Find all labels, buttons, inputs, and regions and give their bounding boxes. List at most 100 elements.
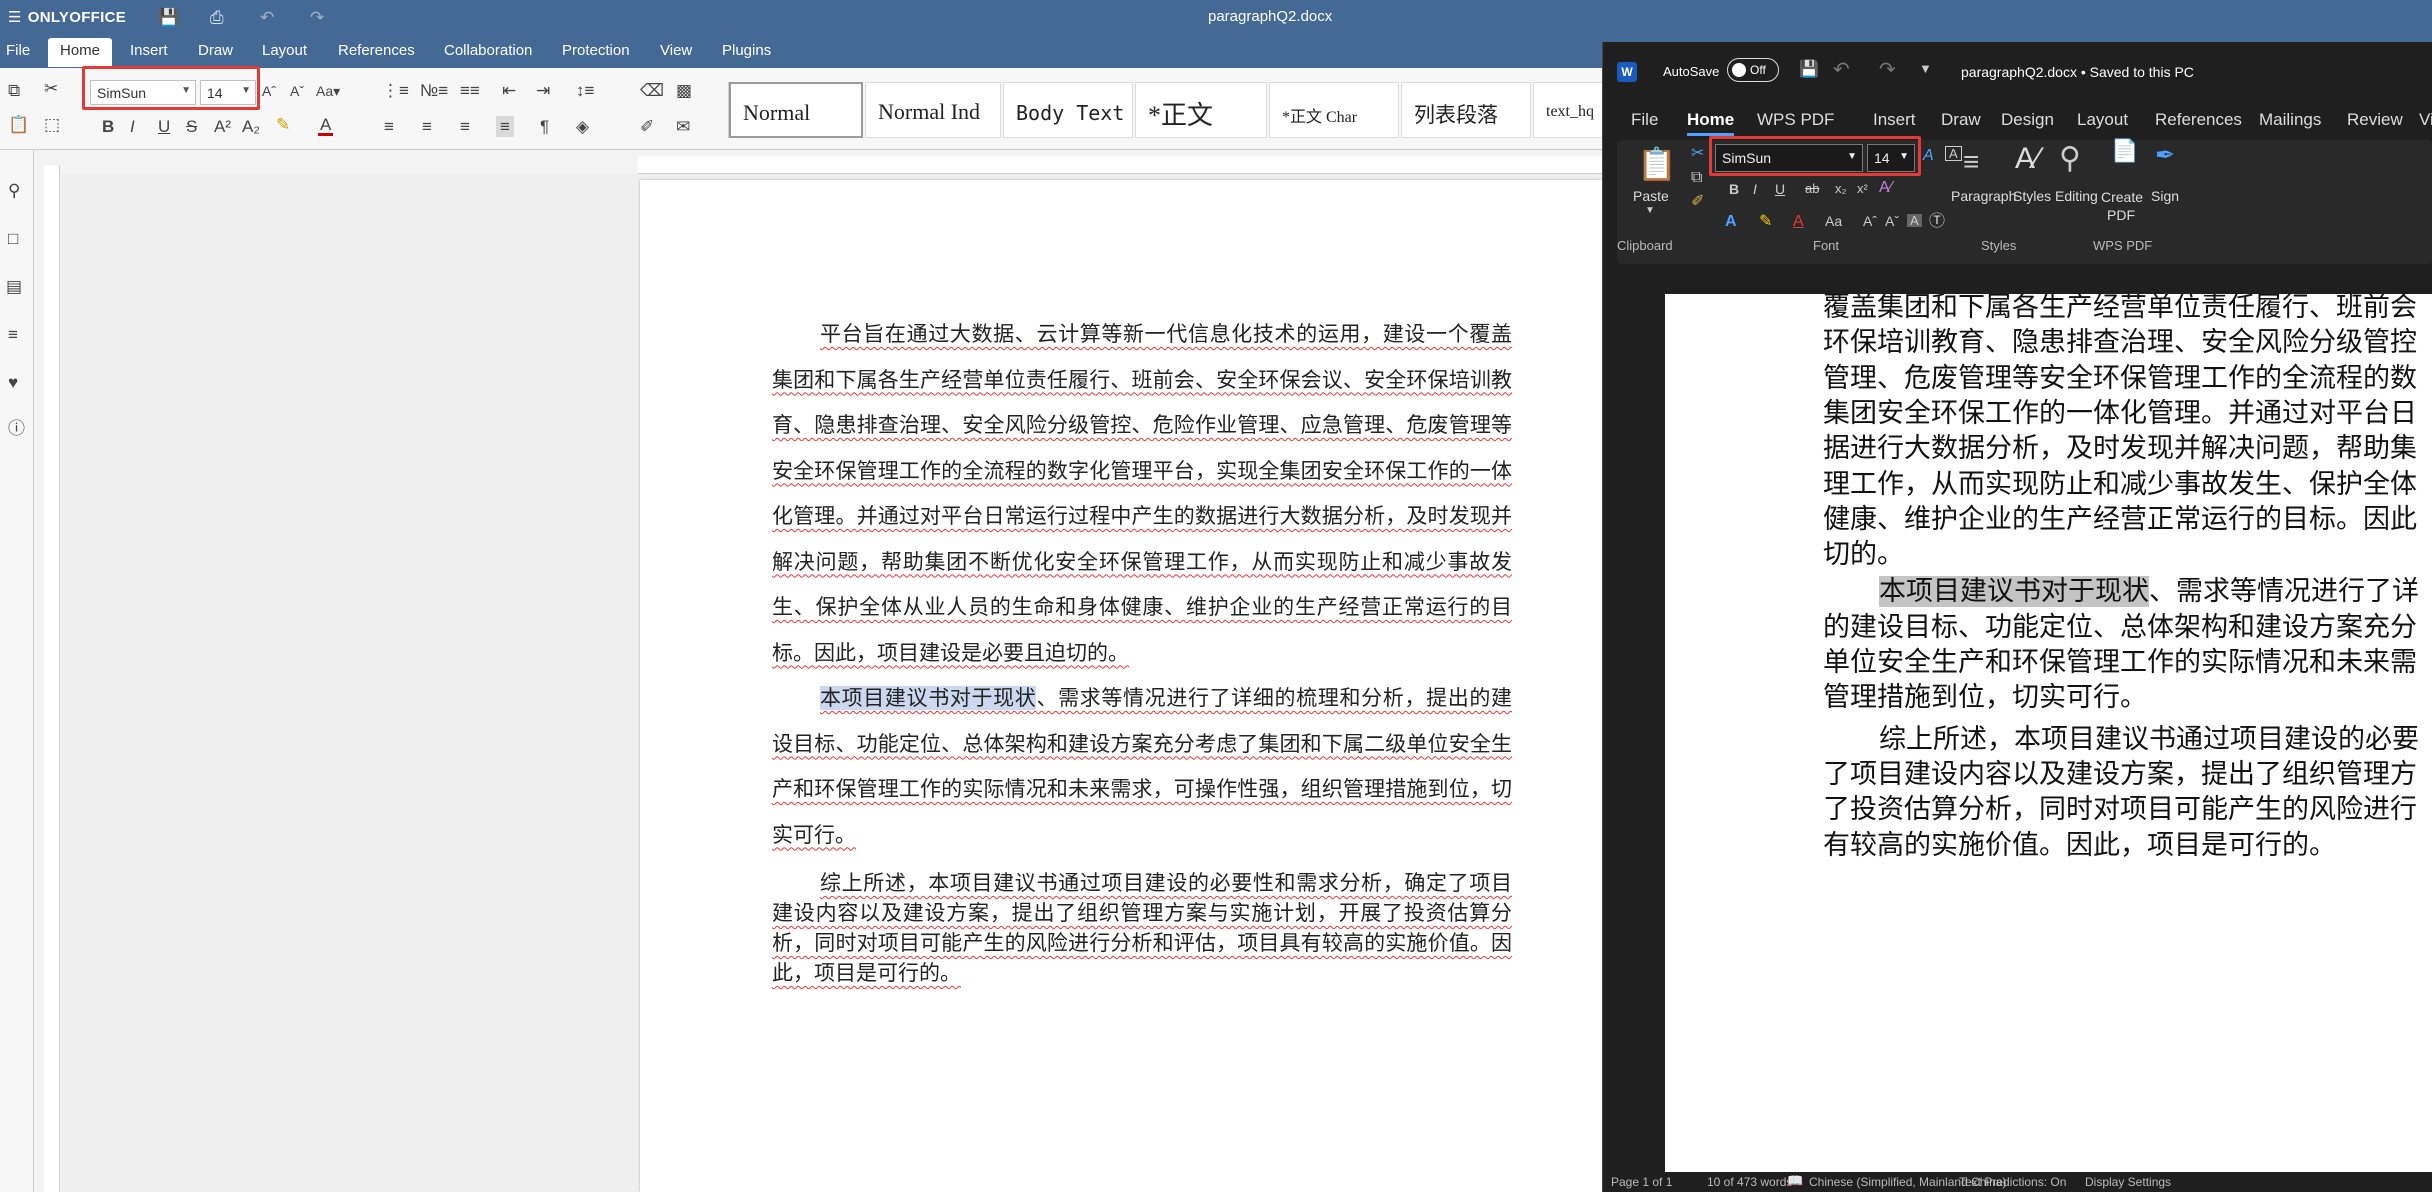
tab-view[interactable]: View bbox=[2419, 110, 2432, 130]
enclose-characters-icon[interactable]: Ⓣ bbox=[1929, 214, 1945, 230]
tab-insert[interactable]: Insert bbox=[1873, 110, 1916, 130]
tab-mailings[interactable]: Mailings bbox=[2259, 110, 2321, 130]
tab-review[interactable]: Review bbox=[2347, 110, 2403, 130]
document-body[interactable]: 平台旨在通过大数据、云计算等新一代信息化技术的运用，建设一个覆盖集团和下属各生产… bbox=[772, 312, 1512, 988]
save-icon[interactable]: 💾 bbox=[158, 9, 179, 26]
paragraph-icon[interactable]: ≡ bbox=[1963, 148, 1979, 176]
shading-icon[interactable]: ◈ bbox=[576, 118, 589, 135]
menu-references[interactable]: References bbox=[338, 42, 415, 59]
align-left-icon[interactable]: ≡ bbox=[384, 118, 394, 135]
copy-style-icon[interactable]: ▩ bbox=[676, 82, 692, 99]
menu-plugins[interactable]: Plugins bbox=[722, 42, 771, 59]
align-right-icon[interactable]: ≡ bbox=[460, 118, 470, 135]
nonprinting-chars-icon[interactable]: ¶ bbox=[540, 118, 549, 135]
save-icon[interactable]: 💾 bbox=[1799, 62, 1819, 78]
menu-protection[interactable]: Protection bbox=[562, 42, 630, 59]
highlight-color-icon[interactable]: ✎ bbox=[276, 116, 290, 133]
paragraph-2[interactable]: 本项目建议书对于现状、需求等情况进行了详细的梳理和分析，提出的建设目标、功能定位… bbox=[772, 676, 1512, 858]
increase-indent-icon[interactable]: ⇥ bbox=[536, 82, 550, 99]
editing-search-icon[interactable]: ⚲ bbox=[2059, 144, 2081, 174]
menu-insert[interactable]: Insert bbox=[130, 42, 168, 59]
text-effects-icon[interactable]: A bbox=[1725, 214, 1737, 230]
tab-home[interactable]: Home bbox=[1687, 110, 1735, 136]
italic-icon[interactable]: I bbox=[130, 118, 135, 135]
style-text-hq[interactable]: text_hq bbox=[1533, 82, 1603, 138]
grow-font-2-icon[interactable]: Aˆ bbox=[1863, 214, 1877, 228]
decrease-indent-icon[interactable]: ⇤ bbox=[502, 82, 516, 99]
grow-font-icon[interactable]: A bbox=[1923, 148, 1934, 164]
redo-icon[interactable]: ↷ bbox=[1879, 60, 1896, 80]
decrease-font-icon[interactable]: Aˇ bbox=[290, 84, 304, 98]
superscript-icon[interactable]: x² bbox=[1857, 182, 1868, 195]
menu-view[interactable]: View bbox=[660, 42, 692, 59]
search-icon[interactable]: ⚲ bbox=[8, 182, 20, 199]
mail-merge-icon[interactable]: ✉ bbox=[676, 118, 690, 135]
tab-design[interactable]: Design bbox=[2001, 110, 2054, 130]
undo-icon[interactable]: ↶ bbox=[260, 9, 274, 26]
paste-icon[interactable]: 📋 bbox=[8, 116, 29, 133]
chat-icon[interactable]: ▤ bbox=[6, 278, 22, 295]
tab-layout[interactable]: Layout bbox=[2077, 110, 2128, 130]
underline-icon[interactable]: U bbox=[158, 118, 170, 135]
customize-toolbar-icon[interactable]: ▼ bbox=[1919, 62, 1932, 75]
paste-label[interactable]: Paste bbox=[1633, 188, 1669, 204]
paste-icon[interactable]: 📋 bbox=[1637, 148, 1677, 180]
sign-label[interactable]: Sign bbox=[2151, 188, 2179, 204]
status-display-settings[interactable]: Display Settings bbox=[2085, 1175, 2171, 1189]
menu-draw[interactable]: Draw bbox=[198, 42, 233, 59]
bold-icon[interactable]: B bbox=[102, 118, 114, 135]
status-predictions[interactable]: Text Predictions: On bbox=[1959, 1175, 2066, 1189]
subscript-icon[interactable]: x₂ bbox=[1835, 182, 1847, 195]
cut-icon[interactable]: ✂ bbox=[1691, 146, 1704, 162]
create-pdf-icon[interactable]: 📄 bbox=[2111, 140, 2138, 162]
status-words[interactable]: 10 of 473 words bbox=[1707, 1175, 1792, 1189]
menu-file[interactable]: File bbox=[6, 42, 30, 59]
tab-references[interactable]: References bbox=[2155, 110, 2242, 130]
font-color-icon[interactable]: A bbox=[318, 116, 334, 136]
autosave-toggle[interactable]: Off bbox=[1727, 58, 1779, 82]
italic-icon[interactable]: I bbox=[1753, 182, 1757, 196]
style-normal-indent[interactable]: Normal Ind bbox=[865, 82, 1001, 138]
word-document-page[interactable]: 覆盖集团和下属各生产经营单位责任履行、班前会 环保培训教育、隐患排查治理、安全风险… bbox=[1665, 294, 2432, 1182]
select-all-icon[interactable]: ⬚ bbox=[44, 116, 60, 133]
change-case-icon[interactable]: Aa bbox=[1825, 214, 1842, 228]
navigation-icon[interactable]: ≡ bbox=[8, 326, 18, 343]
proofing-icon[interactable]: 📖 bbox=[1787, 1174, 1803, 1187]
sign-icon[interactable]: ✒ bbox=[2155, 144, 2175, 168]
paragraph-1[interactable]: 平台旨在通过大数据、云计算等新一代信息化技术的运用，建设一个覆盖集团和下属各生产… bbox=[772, 312, 1512, 676]
tab-wps-pdf[interactable]: WPS PDF bbox=[1757, 110, 1834, 130]
feedback-icon[interactable]: ♥ bbox=[8, 374, 18, 391]
strikethrough-icon[interactable]: ab bbox=[1805, 182, 1819, 195]
create-pdf-label[interactable]: Create PDF bbox=[2101, 188, 2143, 224]
menu-layout[interactable]: Layout bbox=[262, 42, 307, 59]
character-border-icon[interactable]: A bbox=[1945, 146, 1962, 161]
menu-collaboration[interactable]: Collaboration bbox=[444, 42, 532, 59]
copy-icon[interactable]: ⧉ bbox=[1691, 170, 1702, 186]
word-text-line[interactable]: 有较高的实施价值。因此，项目是可行的。 bbox=[1823, 818, 2336, 873]
paragraph-label[interactable]: Paragraph bbox=[1951, 188, 2016, 204]
about-icon[interactable]: ⓘ bbox=[8, 420, 25, 437]
tab-file[interactable]: File bbox=[1631, 110, 1658, 130]
subscript-icon[interactable]: A₂ bbox=[242, 118, 260, 135]
strikethrough-icon[interactable]: S bbox=[186, 118, 197, 135]
format-painter-icon[interactable]: ✐ bbox=[640, 118, 654, 135]
numbering-icon[interactable]: №≡ bbox=[420, 82, 448, 99]
clear-formatting-icon[interactable]: A∕ bbox=[1879, 180, 1892, 196]
chevron-down-icon[interactable]: ▼ bbox=[1645, 206, 1655, 216]
editing-label[interactable]: Editing bbox=[2055, 188, 2098, 204]
clear-style-icon[interactable]: ⌫ bbox=[640, 82, 664, 99]
paragraph-3[interactable]: 综上所述，本项目建议书通过项目建设的必要性和需求分析，确定了项目建设内容以及建设… bbox=[772, 868, 1512, 988]
character-shading-icon[interactable]: A bbox=[1907, 214, 1922, 227]
word-document-title[interactable]: paragraphQ2.docx • Saved to this PC bbox=[1961, 64, 2194, 80]
highlight-color-icon[interactable]: ✎ bbox=[1759, 214, 1772, 230]
tab-draw[interactable]: Draw bbox=[1941, 110, 1981, 130]
superscript-icon[interactable]: A² bbox=[214, 118, 231, 135]
cut-icon[interactable]: ✂ bbox=[44, 80, 58, 97]
multilevel-list-icon[interactable]: ≡≡ bbox=[460, 82, 480, 99]
redo-icon[interactable]: ↷ bbox=[310, 9, 324, 26]
underline-icon[interactable]: U bbox=[1775, 182, 1785, 196]
bold-icon[interactable]: B bbox=[1729, 182, 1739, 196]
print-icon[interactable]: ⎙ bbox=[210, 9, 224, 26]
increase-font-icon[interactable]: Aˆ bbox=[262, 84, 276, 98]
comments-icon[interactable]: □ bbox=[8, 230, 18, 247]
